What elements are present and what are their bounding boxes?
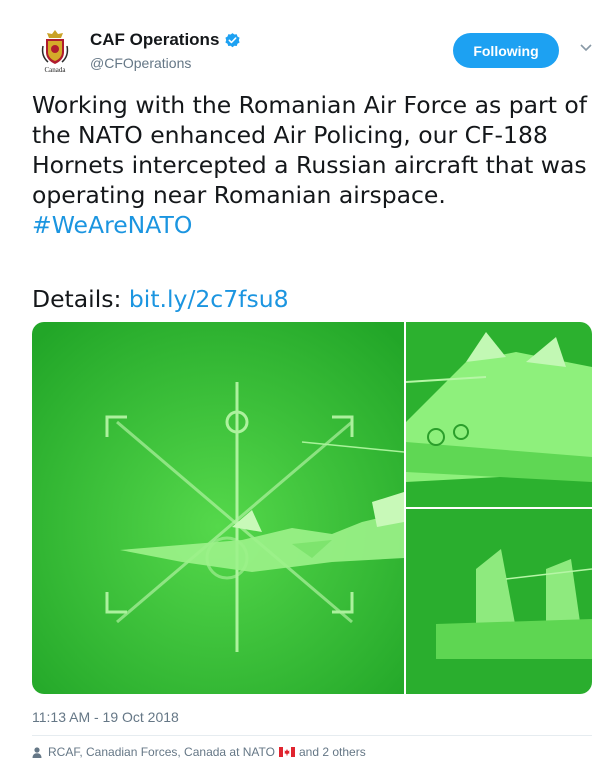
tagged-suffix: and 2 others xyxy=(299,745,366,759)
canada-flag-icon xyxy=(279,747,295,757)
display-name[interactable]: CAF Operations xyxy=(90,30,219,50)
timestamp[interactable]: 11:13 AM - 19 Oct 2018 xyxy=(32,709,179,725)
tweet-body: Working with the Romanian Air Force as p… xyxy=(32,91,588,209)
details-line: Details: bit.ly/2c7fsu8 xyxy=(32,284,289,314)
tweet-text: Working with the Romanian Air Force as p… xyxy=(32,90,592,240)
avatar-caption: Canada xyxy=(45,66,67,74)
tagged-users[interactable]: RCAF, Canadian Forces, Canada at NATO an… xyxy=(32,745,366,759)
divider xyxy=(32,735,592,736)
details-link[interactable]: bit.ly/2c7fsu8 xyxy=(129,285,289,313)
user-handle[interactable]: @CFOperations xyxy=(90,55,191,71)
media-grid xyxy=(32,322,592,694)
media-photo-1[interactable] xyxy=(32,322,404,694)
chevron-down-icon[interactable] xyxy=(579,42,593,54)
verified-badge-icon xyxy=(225,32,240,47)
name-row: CAF Operations xyxy=(90,30,241,50)
following-button[interactable]: Following xyxy=(453,33,559,68)
details-label: Details: xyxy=(32,285,122,313)
tagged-prefix: RCAF, Canadian Forces, Canada at NATO xyxy=(48,745,275,759)
media-photo-2[interactable] xyxy=(406,322,592,507)
tweet-header: Canada CAF Operations @CFOperations Foll… xyxy=(32,22,592,82)
hashtag-link[interactable]: #WeAreNATO xyxy=(32,211,192,239)
person-icon xyxy=(32,746,42,758)
avatar[interactable]: Canada xyxy=(32,26,78,74)
media-photo-3[interactable] xyxy=(406,509,592,694)
